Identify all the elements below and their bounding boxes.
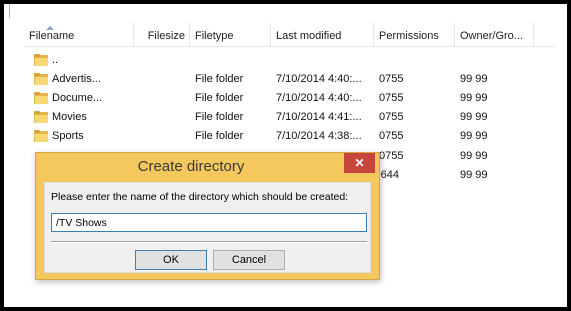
file-modified: 7/10/2014 4:41:... xyxy=(276,111,362,123)
file-type: File folder xyxy=(195,92,244,104)
close-button[interactable]: ✕ xyxy=(344,153,375,173)
file-name: Sports xyxy=(52,130,84,142)
cancel-button[interactable]: Cancel xyxy=(213,250,285,270)
file-name: Docume... xyxy=(52,92,103,104)
file-modified: 7/10/2014 4:38:... xyxy=(276,130,362,142)
file-permissions: 0755 xyxy=(379,150,404,162)
file-modified: 7/10/2014 4:40:... xyxy=(276,73,362,85)
file-permissions: 0755 xyxy=(379,92,404,104)
file-owner: 99 99 xyxy=(460,169,488,181)
folder-icon xyxy=(34,92,48,104)
file-owner: 99 99 xyxy=(460,111,488,123)
top-divider xyxy=(4,4,10,18)
file-modified: 7/10/2014 4:40:... xyxy=(276,92,362,104)
column-header-filetype[interactable]: Filetype xyxy=(190,23,271,47)
file-owner: 99 99 xyxy=(460,150,488,162)
list-item[interactable]: Docume... File folder 7/10/2014 4:40:...… xyxy=(24,89,554,108)
file-type: File folder xyxy=(195,73,244,85)
file-permissions: )644 xyxy=(377,169,400,181)
folder-icon xyxy=(34,73,48,85)
folder-icon xyxy=(34,111,48,123)
file-name: Advertis... xyxy=(52,73,101,85)
file-permissions: 0755 xyxy=(379,130,404,142)
file-owner: 99 99 xyxy=(460,92,488,104)
file-name: .. xyxy=(52,54,59,66)
folder-icon xyxy=(34,54,48,66)
file-owner: 99 99 xyxy=(460,130,488,142)
list-item[interactable]: Sports File folder 7/10/2014 4:38:... 07… xyxy=(24,127,554,146)
file-type: File folder xyxy=(195,130,244,142)
file-name: Movies xyxy=(52,111,87,123)
dialog-divider xyxy=(51,241,367,243)
column-header-permissions[interactable]: Permissions xyxy=(374,23,455,47)
directory-name-input[interactable] xyxy=(51,213,367,232)
column-header-owner-group[interactable]: Owner/Gro... xyxy=(455,23,534,47)
file-permissions: 0755 xyxy=(379,73,404,85)
column-header-filesize[interactable]: Filesize xyxy=(134,23,190,47)
ok-button[interactable]: OK xyxy=(135,250,207,270)
create-directory-dialog: Create directory ✕ Please enter the name… xyxy=(35,152,380,280)
list-item-parent-directory[interactable]: .. xyxy=(24,51,554,70)
close-icon: ✕ xyxy=(354,156,365,170)
dialog-title: Create directory xyxy=(137,158,245,175)
column-header-filename[interactable]: Filename xyxy=(24,23,134,47)
file-permissions: 0755 xyxy=(379,111,404,123)
window-frame: Filename Filesize Filetype Last modified… xyxy=(0,0,571,311)
dialog-titlebar[interactable]: Create directory ✕ xyxy=(36,153,379,179)
file-type: File folder xyxy=(195,111,244,123)
sort-ascending-icon xyxy=(46,26,54,30)
dialog-body: Please enter the name of the directory w… xyxy=(44,182,371,273)
list-item[interactable]: Movies File folder 7/10/2014 4:41:... 07… xyxy=(24,108,554,127)
column-header-last-modified[interactable]: Last modified xyxy=(271,23,374,47)
top-strip xyxy=(4,4,567,18)
folder-icon xyxy=(34,130,48,142)
dialog-prompt: Please enter the name of the directory w… xyxy=(51,191,349,203)
file-owner: 99 99 xyxy=(460,73,488,85)
column-headers: Filename Filesize Filetype Last modified… xyxy=(24,23,554,47)
list-item[interactable]: Advertis... File folder 7/10/2014 4:40:.… xyxy=(24,70,554,89)
